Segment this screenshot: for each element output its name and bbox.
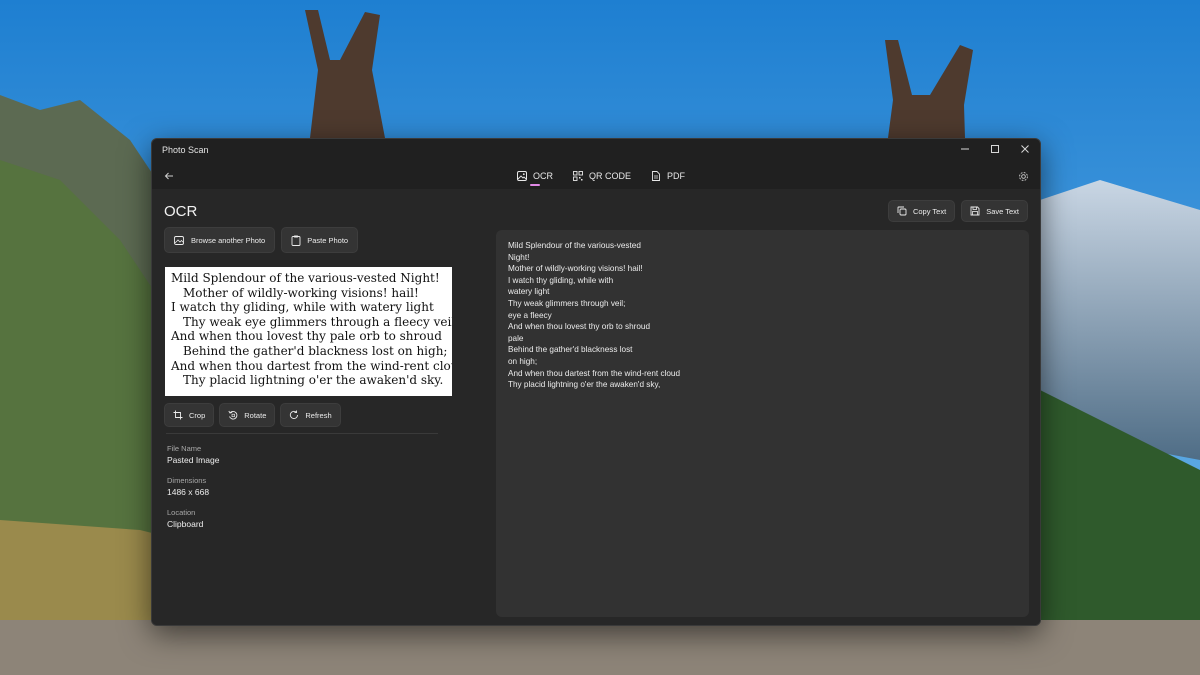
save-icon — [970, 206, 980, 216]
page-title: OCR — [164, 203, 198, 220]
preview-line: Mild Splendour of the various-vested Nig… — [171, 271, 440, 285]
preview-line: And when thou dartest from the wind-rent… — [171, 358, 452, 373]
copy-icon — [897, 206, 907, 216]
maximize-button[interactable] — [980, 139, 1010, 159]
tab-ocr[interactable]: OCR — [517, 163, 553, 189]
tab-label: QR CODE — [589, 171, 632, 181]
image-preview: Mild Splendour of the various-vested Nig… — [165, 267, 452, 396]
ocr-text-line: watery light — [508, 287, 550, 297]
location-value: Clipboard — [167, 519, 204, 529]
pdf-icon — [652, 171, 660, 181]
copy-text-label: Copy Text — [912, 206, 947, 216]
paste-photo-label: Paste Photo — [307, 235, 349, 245]
photo-actions: Browse another Photo Paste Photo — [164, 227, 359, 253]
ocr-text-line: Thy placid lightning o'er the awaken'd s… — [508, 380, 661, 390]
dimensions-value: 1486 x 668 — [167, 487, 210, 497]
header-actions: Copy Text Save Text — [887, 200, 1028, 222]
save-text-button[interactable]: Save Text — [961, 200, 1028, 222]
minimize-button[interactable] — [950, 139, 980, 159]
rotate-icon — [228, 410, 238, 420]
close-icon — [1021, 145, 1029, 153]
ocr-text-line: Mother of wildly-working visions! hail! — [508, 264, 643, 274]
refresh-button[interactable]: Refresh — [280, 403, 341, 427]
photo-scan-window: Photo Scan OCR QR CODE PDF OCR Copy Text… — [151, 138, 1041, 626]
gear-icon — [1018, 171, 1028, 181]
preview-line: Behind the gather'd blackness lost on hi… — [183, 343, 448, 358]
minimize-icon — [961, 148, 969, 150]
crop-label: Crop — [189, 410, 206, 420]
tab-label: OCR — [533, 171, 553, 181]
maximize-icon — [991, 145, 999, 153]
ocr-text-line: And when thou dartest from the wind-rent… — [508, 368, 681, 378]
save-text-label: Save Text — [986, 206, 1019, 216]
file-name-value: Pasted Image — [167, 455, 220, 465]
paste-photo-button[interactable]: Paste Photo — [281, 227, 359, 253]
image-icon — [517, 171, 527, 181]
back-arrow-icon — [164, 172, 173, 180]
preview-line: Mother of wildly-working visions! hail! — [183, 285, 419, 300]
app-title: Photo Scan — [162, 145, 209, 155]
browse-photo-label: Browse another Photo — [191, 235, 266, 245]
mode-tabs: OCR QR CODE PDF — [517, 163, 685, 189]
ocr-text-line: on high; — [508, 356, 538, 366]
browse-photo-button[interactable]: Browse another Photo — [164, 227, 276, 253]
rotate-button[interactable]: Rotate — [219, 403, 276, 427]
preview-line: I watch thy gliding, while with watery l… — [171, 300, 434, 315]
ocr-text-line: Night! — [508, 252, 530, 262]
qr-code-icon — [573, 171, 583, 181]
back-button[interactable] — [160, 167, 178, 185]
crop-button[interactable]: Crop — [164, 403, 215, 427]
ocr-text-line: Thy weak glimmers through veil; — [508, 298, 626, 308]
refresh-icon — [290, 410, 299, 419]
ocr-result-text[interactable]: Mild Splendour of the various-vested Nig… — [496, 230, 1029, 617]
browse-photo-icon — [174, 235, 184, 245]
ocr-text-line: I watch thy gliding, while with — [508, 275, 614, 285]
preview-line: And when thou lovest thy pale orb to shr… — [171, 329, 442, 344]
window-controls — [950, 139, 1040, 159]
close-button[interactable] — [1010, 139, 1040, 159]
ocr-text-line: eye a fleecy — [508, 310, 552, 320]
clipboard-icon — [291, 235, 301, 246]
copy-text-button[interactable]: Copy Text — [887, 200, 956, 222]
dimensions-label: Dimensions — [167, 476, 207, 485]
preview-line: Thy placid lightning o'er the awaken'd s… — [183, 373, 444, 388]
preview-line: Thy weak eye glimmers through a fleecy v… — [183, 314, 452, 329]
refresh-label: Refresh — [305, 410, 332, 420]
tab-label: PDF — [667, 171, 686, 181]
divider — [166, 433, 438, 434]
nav-bar: OCR QR CODE PDF — [152, 163, 1040, 189]
file-name-label: File Name — [167, 444, 202, 453]
ocr-text-line: Behind the gather'd blackness lost — [508, 345, 633, 355]
title-bar: Photo Scan — [152, 139, 1040, 161]
tab-pdf[interactable]: PDF — [651, 163, 685, 189]
ocr-text-line: pale — [508, 333, 524, 343]
ocr-text-line: Mild Splendour of the various-vested — [508, 241, 641, 250]
image-tools: Crop Rotate Refresh — [164, 403, 341, 427]
crop-icon — [173, 410, 183, 420]
tab-qr-code[interactable]: QR CODE — [573, 163, 631, 189]
ocr-text-line: And when thou lovest thy orb to shroud — [508, 322, 651, 332]
settings-button[interactable] — [1014, 167, 1032, 185]
location-label: Location — [167, 508, 196, 517]
rotate-label: Rotate — [244, 410, 267, 420]
file-info: File Name Pasted Image Dimensions 1486 x… — [167, 444, 219, 540]
ocr-page: OCR Copy Text Save Text Browse another P… — [152, 189, 1040, 625]
